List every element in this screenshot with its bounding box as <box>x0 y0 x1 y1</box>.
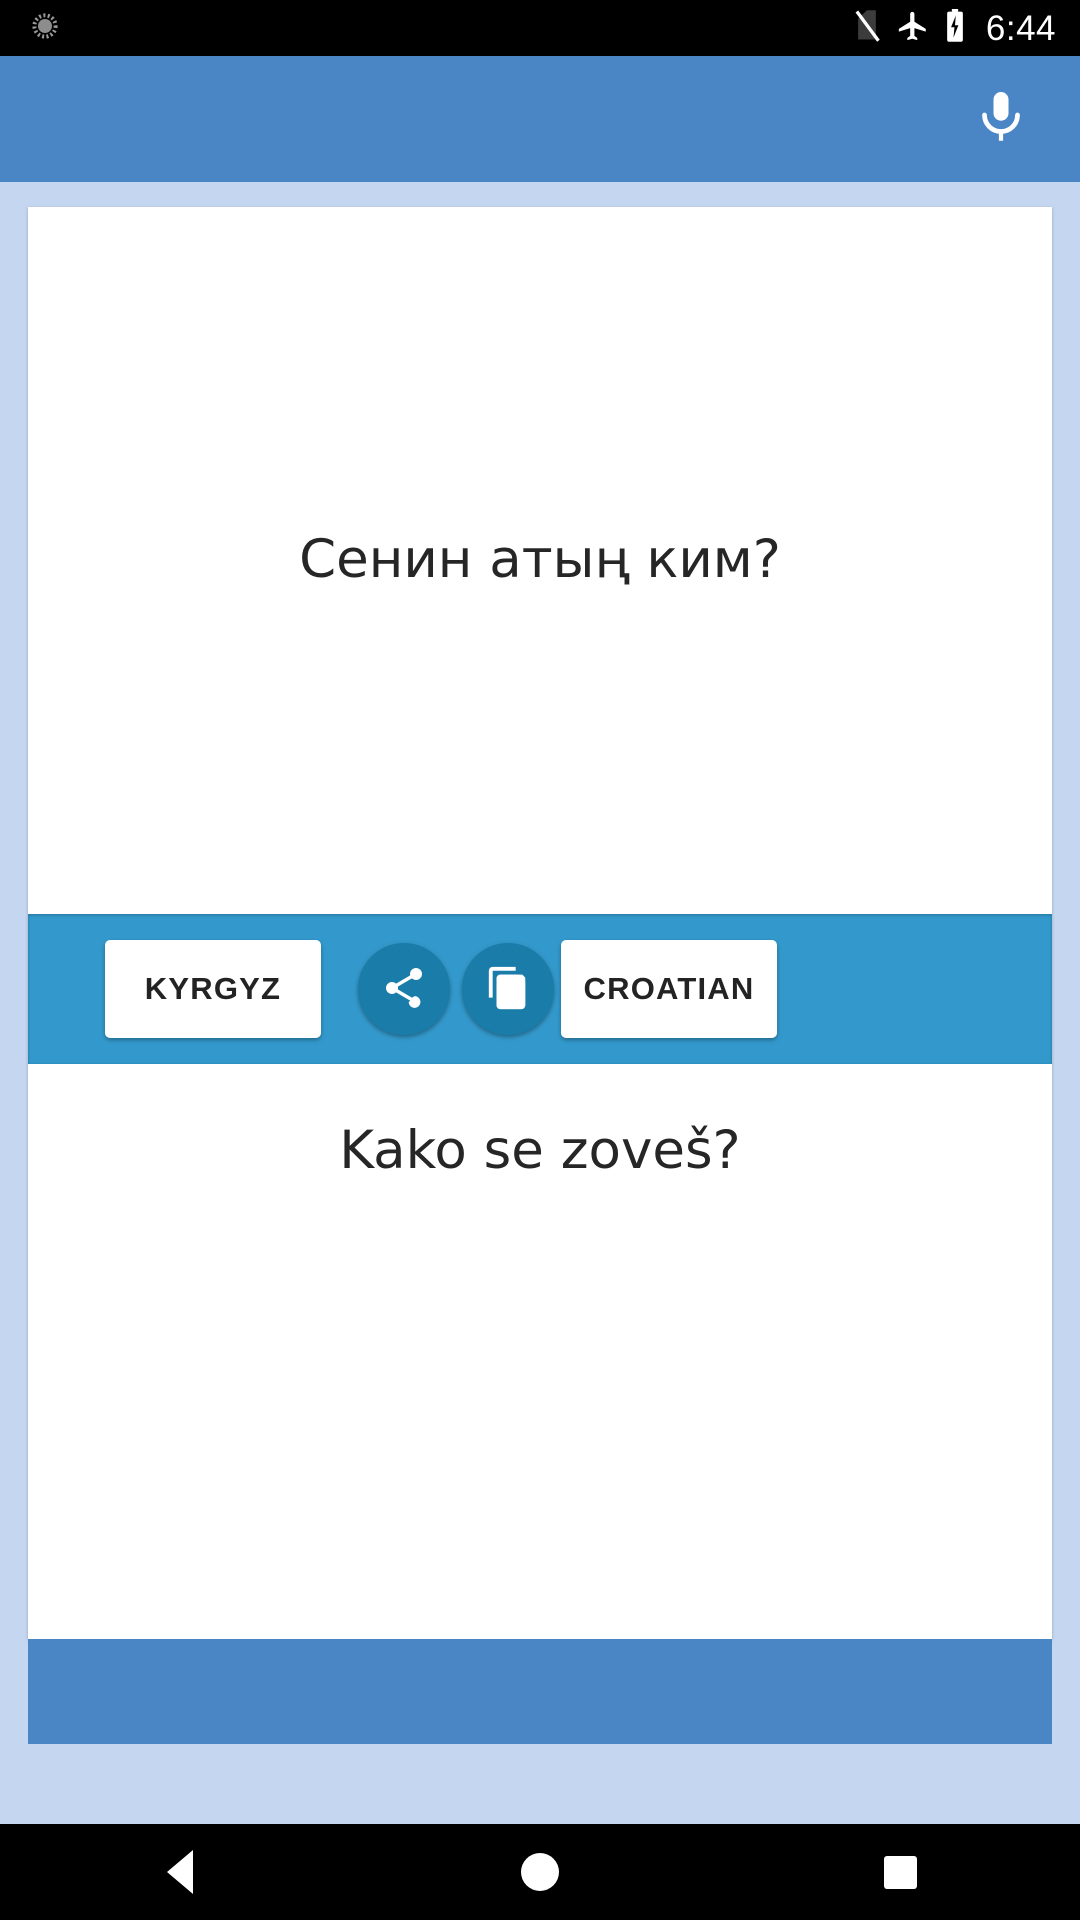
nav-home-button[interactable] <box>450 1824 630 1920</box>
copy-button[interactable] <box>462 943 554 1035</box>
back-triangle-icon <box>167 1850 193 1894</box>
share-button[interactable] <box>358 943 450 1035</box>
target-language-button[interactable]: CROATIAN <box>561 940 777 1038</box>
source-text-pane[interactable]: Сенин атың ким? <box>28 207 1052 914</box>
source-language-button[interactable]: KYRGYZ <box>105 940 321 1038</box>
translation-card: Сенин атың ким? KYRGYZ CROATIAN Kako se … <box>28 207 1052 1639</box>
status-bar: 6:44 <box>0 0 1080 56</box>
microphone-icon <box>971 87 1031 152</box>
phone-screen: 6:44 Сенин атың ким? KYRGYZ CROATIAN Kak… <box>0 0 1080 1920</box>
share-icon <box>380 964 428 1015</box>
nav-back-button[interactable] <box>90 1824 270 1920</box>
bottom-banner <box>28 1639 1052 1744</box>
target-text: Kako se zoveš? <box>339 1120 741 1181</box>
voice-input-button[interactable] <box>958 76 1044 162</box>
app-header-bar <box>0 56 1080 182</box>
recents-square-icon <box>883 1855 917 1889</box>
nav-recents-button[interactable] <box>810 1824 990 1920</box>
home-circle-icon <box>521 1853 559 1891</box>
copy-icon <box>485 965 531 1014</box>
target-text-pane[interactable]: Kako se zoveš? <box>28 1064 1052 1639</box>
airplane-mode-icon <box>896 9 930 48</box>
status-bar-system-icons: 6:44 <box>852 8 1056 48</box>
no-sim-icon <box>852 9 882 47</box>
target-language-label: CROATIAN <box>583 971 755 1006</box>
android-navigation-bar <box>0 1824 1080 1920</box>
language-action-toolbar: KYRGYZ CROATIAN <box>28 914 1052 1064</box>
status-bar-notifications <box>30 11 65 46</box>
battery-charging-icon <box>944 8 966 48</box>
alarm-icon <box>30 11 65 46</box>
source-language-label: KYRGYZ <box>144 971 282 1006</box>
status-bar-clock: 6:44 <box>985 8 1056 48</box>
source-text: Сенин атың ким? <box>299 529 781 591</box>
